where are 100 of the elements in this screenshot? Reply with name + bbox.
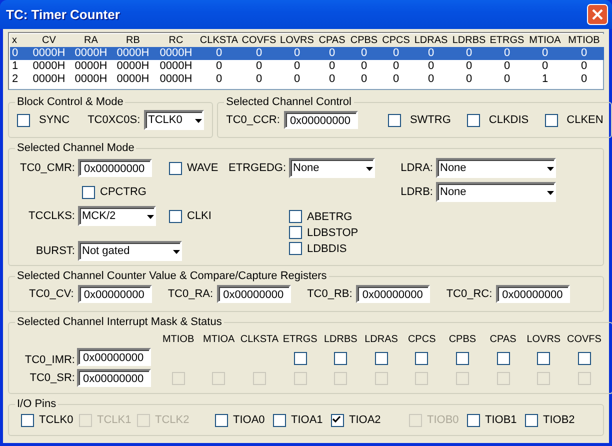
table-cell[interactable]: 0 <box>450 60 488 73</box>
checkbox[interactable] <box>467 414 480 426</box>
checkbox-label[interactable]: WAVE <box>187 162 218 174</box>
checkbox-label[interactable]: ABETRG <box>307 210 352 222</box>
table-cell[interactable]: 0 <box>278 60 316 73</box>
text-field[interactable]: 0x00000000 <box>78 159 152 177</box>
table-cell[interactable]: 0 <box>348 73 380 86</box>
dropdown[interactable]: None <box>436 158 556 178</box>
checkbox-label[interactable]: TIOA0 <box>233 414 265 426</box>
table-cell[interactable]: 0 <box>488 73 526 86</box>
checkbox[interactable] <box>525 414 538 426</box>
checkbox[interactable] <box>544 114 558 126</box>
table-cell[interactable]: 0 <box>380 73 412 86</box>
table-cell[interactable]: 0000H <box>112 60 154 73</box>
checkbox[interactable] <box>169 210 182 222</box>
checkbox-label[interactable]: TIOA2 <box>349 414 381 426</box>
table-cell[interactable]: 0 <box>564 60 604 73</box>
table-cell[interactable]: 0 <box>412 73 450 86</box>
table-cell[interactable]: 0000H <box>70 73 112 86</box>
dropdown[interactable]: TCLK0 <box>144 110 204 130</box>
checkbox[interactable] <box>169 162 182 174</box>
table-cell[interactable]: 0 <box>450 47 488 60</box>
table-cell[interactable]: 0 <box>526 60 564 73</box>
checkbox[interactable] <box>289 226 302 239</box>
text-field[interactable]: 0x00000000 <box>496 285 570 303</box>
table-cell[interactable]: 0 <box>198 47 240 60</box>
table-cell[interactable]: 0 <box>348 60 380 73</box>
text-field[interactable]: 0x00000000 <box>77 369 151 387</box>
table-cell[interactable]: 0 <box>412 47 450 60</box>
checkbox-label[interactable]: CPCTRG <box>100 186 146 198</box>
checkbox[interactable] <box>82 186 95 198</box>
checkbox[interactable] <box>21 414 34 426</box>
table-cell[interactable]: 0 <box>240 47 278 60</box>
table-cell[interactable]: 0 <box>526 47 564 60</box>
text-field[interactable]: 0x00000000 <box>284 111 358 129</box>
checkbox[interactable] <box>374 352 388 364</box>
table-cell[interactable]: 0 <box>10 47 28 60</box>
text-field[interactable]: 0x00000000 <box>217 285 292 303</box>
table-cell[interactable]: 0000H <box>112 47 154 60</box>
checkbox-label[interactable]: CLKI <box>187 210 212 222</box>
checkbox[interactable] <box>456 352 469 364</box>
table-cell[interactable]: 0000H <box>70 47 112 60</box>
table-cell[interactable]: 0 <box>316 60 348 73</box>
table-cell[interactable]: 0 <box>316 47 348 60</box>
table-cell[interactable]: 0 <box>380 47 412 60</box>
table-cell[interactable]: 0 <box>198 60 240 73</box>
table-cell[interactable]: 0 <box>278 73 316 86</box>
checkbox[interactable] <box>294 352 307 364</box>
table-cell[interactable]: 0000H <box>28 47 70 60</box>
checkbox-label[interactable]: TIOA1 <box>291 414 323 426</box>
table-cell[interactable]: 0 <box>240 73 278 86</box>
checkbox[interactable] <box>496 352 510 364</box>
checkbox[interactable] <box>578 352 591 364</box>
checkbox[interactable] <box>415 352 428 364</box>
checkbox-label[interactable]: LDBSTOP <box>307 226 358 238</box>
checkbox[interactable] <box>331 414 344 426</box>
checkbox[interactable] <box>273 414 286 426</box>
table-cell[interactable]: 0000H <box>70 60 112 73</box>
table-cell[interactable]: 0 <box>240 60 278 73</box>
table-cell[interactable]: 0 <box>348 47 380 60</box>
table-cell[interactable]: 0 <box>488 60 526 73</box>
table-cell[interactable]: 0 <box>564 73 604 86</box>
checkbox-label[interactable]: SWTRG <box>410 114 451 126</box>
checkbox-label[interactable]: TIOB1 <box>485 414 517 426</box>
close-icon[interactable] <box>587 4 608 25</box>
checkbox[interactable] <box>17 114 30 126</box>
table-cell[interactable]: 0000H <box>154 60 198 73</box>
checkbox-label[interactable]: TIOB2 <box>543 414 575 426</box>
dropdown[interactable]: None <box>436 182 556 202</box>
table-cell[interactable]: 0000H <box>28 73 70 86</box>
text-field[interactable]: 0x00000000 <box>77 348 151 366</box>
checkbox-label[interactable]: CLKEN <box>566 114 604 126</box>
table-cell[interactable]: 0 <box>412 60 450 73</box>
checkbox[interactable] <box>388 114 401 126</box>
table-cell[interactable]: 0000H <box>154 73 198 86</box>
table-cell[interactable]: 1 <box>526 73 564 86</box>
checkbox-label[interactable]: SYNC <box>39 114 70 126</box>
text-field[interactable]: 0x00000000 <box>356 285 430 303</box>
table-cell[interactable]: 0 <box>380 60 412 73</box>
table-cell[interactable]: 0000H <box>112 73 154 86</box>
dropdown[interactable]: None <box>289 158 375 178</box>
checkbox[interactable] <box>537 352 550 364</box>
checkbox[interactable] <box>466 114 480 126</box>
table-cell[interactable]: 0 <box>316 73 348 86</box>
checkbox[interactable] <box>289 210 302 223</box>
table-cell[interactable]: 0000H <box>28 60 70 73</box>
text-field[interactable]: 0x00000000 <box>78 285 152 303</box>
checkbox-label[interactable]: TCLK0 <box>39 414 74 426</box>
table-cell[interactable]: 0 <box>198 73 240 86</box>
checkbox[interactable] <box>334 352 348 364</box>
table-cell[interactable]: 0 <box>450 73 488 86</box>
checkbox[interactable] <box>289 242 302 255</box>
dropdown[interactable]: Not gated <box>78 241 182 261</box>
table-cell[interactable]: 0 <box>278 47 316 60</box>
dropdown[interactable]: MCK/2 <box>78 206 156 226</box>
table-cell[interactable]: 2 <box>10 73 28 86</box>
table-cell[interactable]: 0 <box>488 47 526 60</box>
checkbox-label[interactable]: CLKDIS <box>488 114 529 126</box>
table-cell[interactable]: 1 <box>10 60 28 73</box>
table-cell[interactable]: 0000H <box>154 47 198 60</box>
